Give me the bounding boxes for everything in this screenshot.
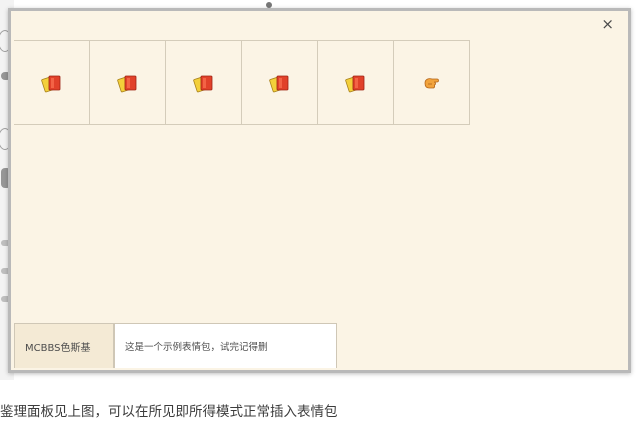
emoticon-cell[interactable] xyxy=(318,41,394,124)
page-caption: 鉴理面板见上图，可以在所见即所得模式正常插入表情包 xyxy=(0,404,338,420)
emoticon-panel: × MCBBS色斯基 这是一个示例表情包，试完记得删 xyxy=(8,8,631,373)
tab-mcbbs[interactable]: MCBBS色斯基 xyxy=(14,323,114,368)
emoticon-grid xyxy=(14,40,470,125)
hand-icon xyxy=(424,77,439,88)
red-card-icon xyxy=(268,75,288,92)
red-card-icon xyxy=(116,75,136,92)
emoticon-cell[interactable] xyxy=(242,41,318,124)
tab-sample-pack[interactable]: 这是一个示例表情包，试完记得删 xyxy=(114,323,337,368)
close-icon[interactable]: × xyxy=(601,16,614,32)
background-ruler xyxy=(0,378,640,388)
emoticon-cell[interactable] xyxy=(166,41,242,124)
red-card-icon xyxy=(192,75,212,92)
emoticon-cell[interactable] xyxy=(14,41,90,124)
emoticon-cell[interactable] xyxy=(90,41,166,124)
emoticon-cell[interactable] xyxy=(394,41,470,124)
emoticon-tab-bar: MCBBS色斯基 这是一个示例表情包，试完记得删 xyxy=(14,323,337,368)
red-card-icon xyxy=(40,75,60,92)
red-card-icon xyxy=(344,75,364,92)
